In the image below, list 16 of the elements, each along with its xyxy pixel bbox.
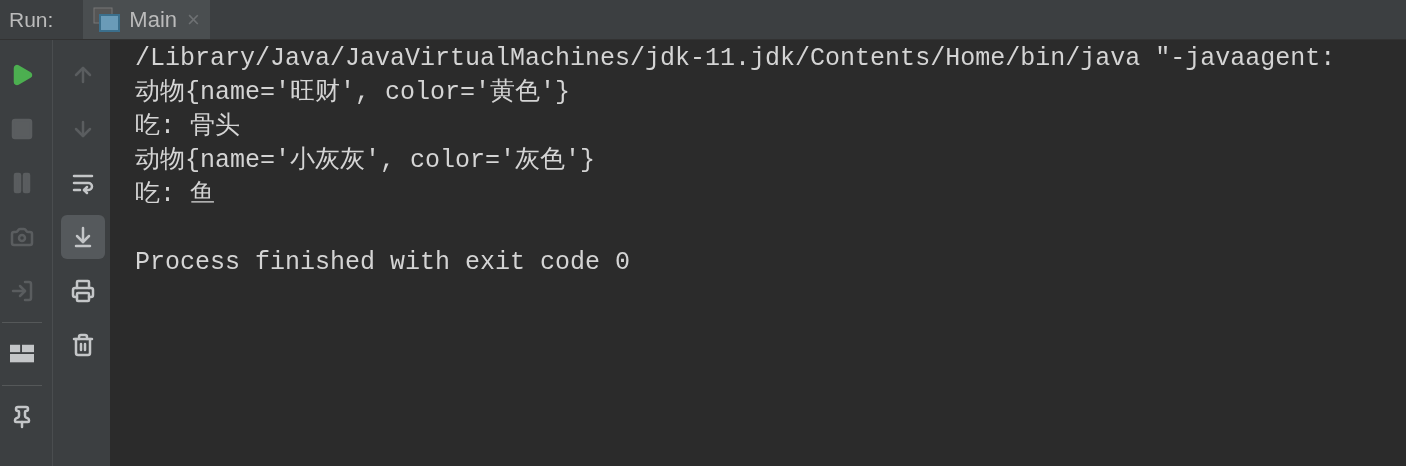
stop-icon — [10, 117, 34, 141]
exit-message: Process finished with exit code 0 — [135, 247, 631, 279]
window-icon — [93, 6, 122, 33]
printer-icon — [71, 279, 95, 303]
console-line: 动物{name='旺财', color='黄色'} — [135, 77, 571, 109]
console-line: 吃: 鱼 — [135, 179, 215, 211]
camera-icon — [10, 225, 34, 249]
run-tab[interactable]: Main × — [83, 0, 210, 39]
exit-icon — [10, 279, 34, 303]
scroll-to-end-button[interactable] — [61, 215, 105, 259]
trash-icon — [71, 333, 95, 357]
run-label: Run: — [9, 6, 54, 33]
tab-label: Main — [129, 6, 178, 34]
console-line: 动物{name='小灰灰', color='灰色'} — [135, 145, 596, 177]
console-line: /Library/Java/JavaVirtualMachines/jdk-11.jdk/Contents/Home/bin/java "-javaagent: — [135, 43, 1336, 75]
console-line: 吃: 骨头 — [135, 111, 240, 143]
